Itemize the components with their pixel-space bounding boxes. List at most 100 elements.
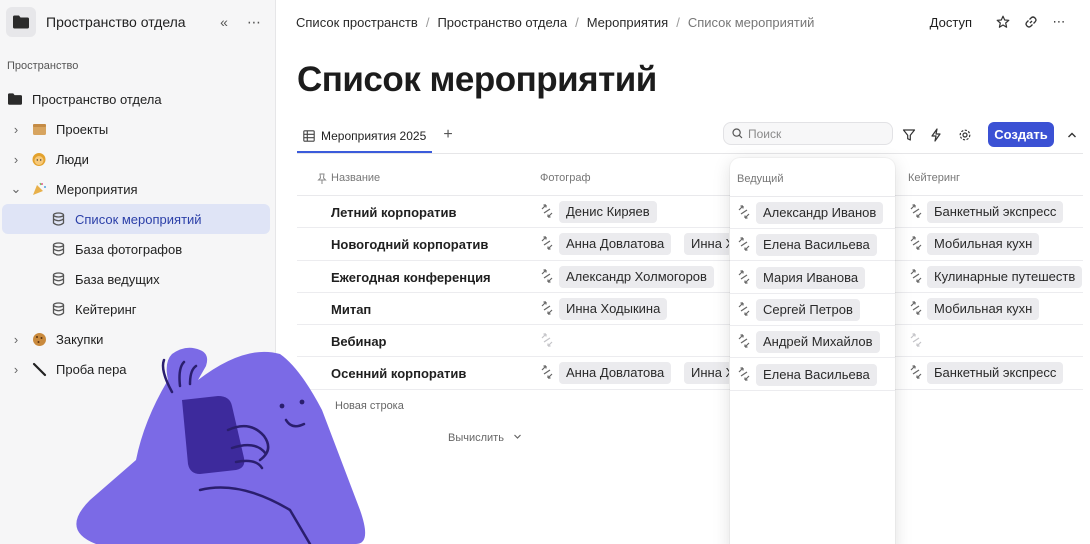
event-name-cell[interactable]: Летний корпоратив	[331, 205, 457, 220]
chevron-down-icon[interactable]: ⌄	[8, 181, 24, 197]
photographer-cell[interactable]: Анна Довлатова Инна Хо	[559, 357, 729, 389]
access-button[interactable]: Доступ	[930, 15, 972, 30]
relation-icon[interactable]	[909, 268, 923, 283]
sidebar-item-catering[interactable]: Кейтеринг	[2, 294, 270, 324]
host-cell[interactable]: Андрей Михайлов	[730, 326, 895, 359]
catering-chip[interactable]: Мобильная кухн	[927, 233, 1040, 256]
sidebar-item-projects[interactable]: › Проекты	[2, 114, 270, 144]
catering-cell[interactable]: Мобильная кухн	[927, 228, 1083, 260]
add-view-button[interactable]: +	[439, 126, 457, 144]
sidebar-item-event-list[interactable]: Список мероприятий	[2, 204, 270, 234]
relation-icon[interactable]	[737, 205, 751, 219]
relation-icon[interactable]	[540, 268, 554, 283]
relation-icon[interactable]	[540, 236, 554, 250]
search-input[interactable]	[748, 126, 878, 141]
event-name-cell[interactable]: Ежегодная конференция	[331, 270, 491, 285]
breadcrumb-item[interactable]: Мероприятия	[587, 15, 669, 30]
chevron-right-icon[interactable]: ›	[8, 361, 24, 377]
sidebar-item-hosts[interactable]: База ведущих	[2, 264, 270, 294]
photographer-cell[interactable]	[559, 325, 729, 357]
automation-bolt-icon[interactable]	[925, 124, 947, 146]
photographer-cell[interactable]: Денис Киряев	[559, 196, 729, 228]
relation-icon[interactable]	[737, 269, 751, 284]
relation-icon[interactable]	[540, 365, 554, 380]
catering-chip[interactable]: Мобильная кухн	[927, 297, 1040, 320]
photographer-chip[interactable]: Инна Ходыкина	[559, 297, 668, 320]
search-box[interactable]	[723, 122, 893, 145]
relation-icon[interactable]	[909, 333, 923, 347]
photographer-chip[interactable]: Денис Киряев	[559, 201, 657, 223]
breadcrumb-item[interactable]: Список пространств	[296, 15, 418, 30]
gear-icon[interactable]	[954, 124, 976, 146]
host-cell[interactable]: Александр Иванов	[730, 197, 895, 229]
column-header-name[interactable]: Название	[331, 172, 380, 184]
calculate-button[interactable]: Вычислить	[448, 432, 522, 444]
sidebar-item-space[interactable]: Пространство отдела	[2, 84, 270, 114]
chevron-right-icon[interactable]: ›	[8, 121, 24, 137]
chevron-right-icon[interactable]: ›	[8, 151, 24, 167]
sidebar-item-people[interactable]: › Люди	[2, 144, 270, 174]
relation-icon[interactable]	[737, 237, 751, 251]
catering-chip[interactable]: Банкетный экспресс	[927, 362, 1064, 385]
chevron-right-icon[interactable]: ›	[8, 331, 24, 347]
column-header-host[interactable]: Ведущий	[737, 173, 783, 185]
chevron-up-icon[interactable]	[1061, 124, 1083, 146]
more-icon[interactable]: ⋯	[1048, 11, 1070, 33]
table-row[interactable]: Ежегодная конференция Александр Холмогоро…	[297, 261, 1083, 293]
relation-icon[interactable]	[737, 366, 751, 381]
host-chip[interactable]: Сергей Петров	[756, 298, 860, 321]
create-button[interactable]: Создать	[988, 122, 1054, 147]
host-chip[interactable]: Мария Иванова	[756, 266, 866, 289]
catering-cell[interactable]: Банкетный экспресс	[927, 196, 1083, 228]
catering-chip[interactable]: Банкетный экспресс	[927, 201, 1064, 223]
tab-events-2025[interactable]: Мероприятия 2025	[297, 120, 433, 153]
table-row[interactable]: Вебинар	[297, 325, 1083, 358]
catering-cell[interactable]: Мобильная кухн	[927, 293, 1083, 325]
relation-icon[interactable]	[737, 302, 751, 316]
host-chip[interactable]: Елена Васильева	[756, 363, 877, 386]
host-cell[interactable]: Сергей Петров	[730, 294, 895, 326]
host-cell[interactable]: Елена Васильева	[730, 359, 895, 391]
sidebar-item-photographers[interactable]: База фотографов	[2, 234, 270, 264]
collapse-sidebar-icon[interactable]: «	[213, 11, 235, 33]
photographer-chip[interactable]: Александр Холмогоров	[559, 265, 714, 288]
star-icon[interactable]	[992, 11, 1014, 33]
catering-chip[interactable]: Кулинарные путешеств	[927, 265, 1083, 288]
relation-icon[interactable]	[909, 204, 923, 218]
table-row[interactable]: Осенний корпоративАнна ДовлатоваИнна ХоБ…	[297, 357, 1083, 390]
relation-icon[interactable]	[540, 204, 554, 218]
event-name-cell[interactable]: Митап	[331, 302, 371, 317]
relation-icon[interactable]	[909, 236, 923, 250]
relation-icon[interactable]	[540, 333, 554, 347]
photographer-chip[interactable]: Инна Хо	[684, 233, 729, 256]
catering-cell[interactable]: Банкетный экспресс	[927, 357, 1083, 389]
photographer-cell[interactable]: Александр ХолмогоровИ	[559, 261, 729, 293]
table-row[interactable]: Митап Инна Ходыкина Мобильная кухн	[297, 293, 1083, 326]
host-chip[interactable]: Александр Иванов	[756, 202, 884, 224]
space-folder-icon[interactable]	[6, 7, 36, 37]
sidebar-item-events[interactable]: ⌄ Мероприятия	[2, 174, 270, 204]
photographer-cell[interactable]: Анна Довлатова Инна Хо	[559, 228, 729, 260]
host-chip[interactable]: Андрей Михайлов	[756, 331, 880, 354]
host-cell[interactable]: Мария Иванова	[730, 262, 895, 294]
space-title[interactable]: Пространство отдела	[46, 14, 205, 30]
photographer-chip[interactable]: Анна Довлатова	[559, 362, 672, 385]
event-name-cell[interactable]: Новогодний корпоратив	[331, 237, 488, 252]
link-icon[interactable]	[1020, 11, 1042, 33]
relation-icon[interactable]	[737, 334, 751, 348]
host-cell[interactable]: Елена Васильева	[730, 229, 895, 262]
host-chip[interactable]: Елена Васильева	[756, 234, 877, 257]
catering-cell[interactable]: Кулинарные путешеств	[927, 261, 1083, 293]
relation-icon[interactable]	[909, 365, 923, 380]
column-header-photographer[interactable]: Фотограф	[540, 172, 591, 184]
table-row[interactable]: Летний корпоратив Денис Киряев Банкетный э…	[297, 196, 1083, 229]
photographer-chip[interactable]: Инна Хо	[684, 362, 729, 385]
more-icon[interactable]: ⋯	[243, 11, 265, 33]
column-header-catering[interactable]: Кейтеринг	[908, 172, 960, 184]
breadcrumb-item[interactable]: Пространство отдела	[437, 15, 567, 30]
relation-icon[interactable]	[540, 301, 554, 315]
photographer-chip[interactable]: Анна Довлатова	[559, 233, 672, 256]
relation-icon[interactable]	[909, 301, 923, 315]
photographer-cell[interactable]: Инна Ходыкина	[559, 293, 729, 325]
filter-icon[interactable]	[898, 124, 920, 146]
